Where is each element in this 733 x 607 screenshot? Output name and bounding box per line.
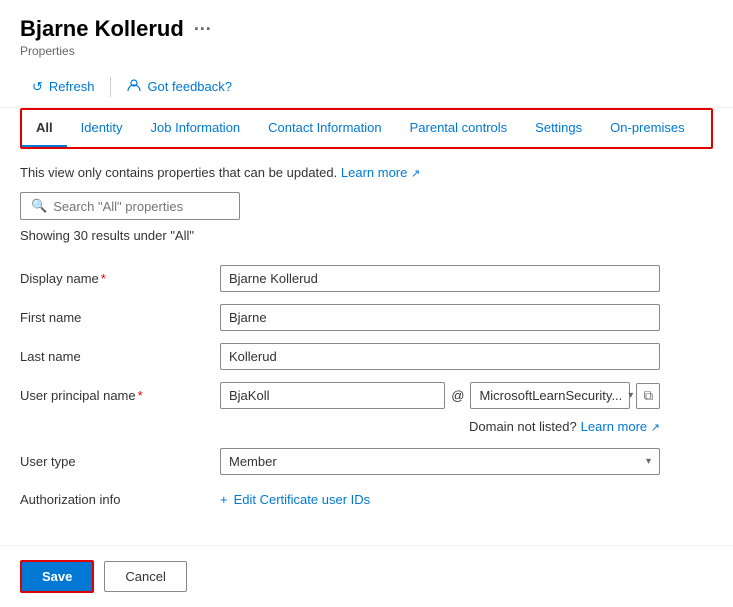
footer: Save Cancel	[0, 545, 733, 607]
header: Bjarne Kollerud ··· Properties	[0, 0, 733, 66]
refresh-label: Refresh	[49, 79, 95, 94]
first-name-label: First name	[20, 298, 220, 337]
external-link-icon: ↗	[411, 167, 420, 180]
search-input[interactable]	[53, 199, 229, 214]
upn-domain-text: MicrosoftLearnSecurity...	[479, 388, 622, 403]
content: This view only contains properties that …	[0, 149, 733, 545]
feedback-icon	[127, 78, 141, 95]
auth-info-field: + Edit Certificate user IDs	[220, 481, 660, 517]
toolbar-divider	[110, 77, 111, 97]
chevron-down-icon: ▾	[628, 390, 633, 401]
upn-domain-dropdown[interactable]: MicrosoftLearnSecurity... ▾	[470, 382, 630, 409]
page-title: Bjarne Kollerud ···	[20, 16, 713, 42]
tab-settings[interactable]: Settings	[521, 110, 596, 147]
tabs: All Identity Job Information Contact Inf…	[22, 110, 711, 147]
user-name: Bjarne Kollerud	[20, 16, 184, 42]
upn-label: User principal name *	[20, 376, 220, 415]
user-type-label: User type	[20, 442, 220, 481]
edit-certificate-button[interactable]: + Edit Certificate user IDs	[220, 492, 370, 507]
page-container: Bjarne Kollerud ··· Properties ↺ Refresh…	[0, 0, 733, 607]
copy-icon: ⧉	[643, 388, 653, 403]
cancel-button[interactable]: Cancel	[104, 561, 186, 592]
plus-icon: +	[220, 492, 228, 507]
edit-certificate-label: Edit Certificate user IDs	[234, 492, 371, 507]
last-name-label: Last name	[20, 337, 220, 376]
tab-parental-controls[interactable]: Parental controls	[396, 110, 522, 147]
refresh-icon: ↺	[32, 79, 43, 95]
auth-info-label: Authorization info	[20, 481, 220, 517]
user-type-chevron-icon: ▾	[646, 456, 651, 467]
toolbar: ↺ Refresh Got feedback?	[0, 66, 733, 108]
tab-on-premises[interactable]: On-premises	[596, 110, 698, 147]
display-name-input[interactable]	[220, 265, 660, 292]
form-grid: Display name * First name Last name	[20, 259, 660, 517]
last-name-field	[220, 337, 660, 376]
feedback-button[interactable]: Got feedback?	[115, 72, 244, 101]
tab-identity[interactable]: Identity	[67, 110, 137, 147]
page-subtitle: Properties	[20, 44, 713, 58]
domain-external-link-icon: ↗	[651, 421, 660, 434]
upn-username-input[interactable]	[220, 382, 445, 409]
feedback-label: Got feedback?	[147, 79, 232, 94]
last-name-input[interactable]	[220, 343, 660, 370]
learn-more-link[interactable]: Learn more ↗	[341, 165, 420, 180]
tab-job-information[interactable]: Job Information	[137, 110, 255, 147]
refresh-button[interactable]: ↺ Refresh	[20, 73, 106, 101]
user-type-field: Member ▾	[220, 442, 660, 481]
search-box: 🔍	[20, 192, 240, 220]
info-text: This view only contains properties that …	[20, 165, 713, 180]
search-icon: 🔍	[31, 198, 47, 214]
user-type-dropdown[interactable]: Member ▾	[220, 448, 660, 475]
upn-required-asterisk: *	[138, 388, 143, 403]
user-type-value: Member	[229, 454, 640, 469]
domain-hint-row: Domain not listed? Learn more ↗	[220, 415, 660, 442]
tab-all[interactable]: All	[22, 110, 67, 147]
domain-learn-more-link[interactable]: Learn more ↗	[581, 419, 660, 434]
required-asterisk: *	[101, 271, 106, 286]
more-options-icon[interactable]: ···	[194, 19, 212, 40]
upn-at-symbol: @	[451, 388, 464, 403]
display-name-label: Display name *	[20, 259, 220, 298]
upn-input-group: @ MicrosoftLearnSecurity... ▾ ⧉	[220, 382, 660, 409]
first-name-input[interactable]	[220, 304, 660, 331]
save-button[interactable]: Save	[20, 560, 94, 593]
upn-field: @ MicrosoftLearnSecurity... ▾ ⧉	[220, 376, 660, 415]
domain-hint-empty	[20, 415, 220, 442]
tab-contact-information[interactable]: Contact Information	[254, 110, 395, 147]
copy-button[interactable]: ⧉	[636, 383, 660, 409]
results-text: Showing 30 results under "All"	[20, 228, 713, 243]
display-name-field	[220, 259, 660, 298]
first-name-field	[220, 298, 660, 337]
tabs-container: All Identity Job Information Contact Inf…	[20, 108, 713, 149]
